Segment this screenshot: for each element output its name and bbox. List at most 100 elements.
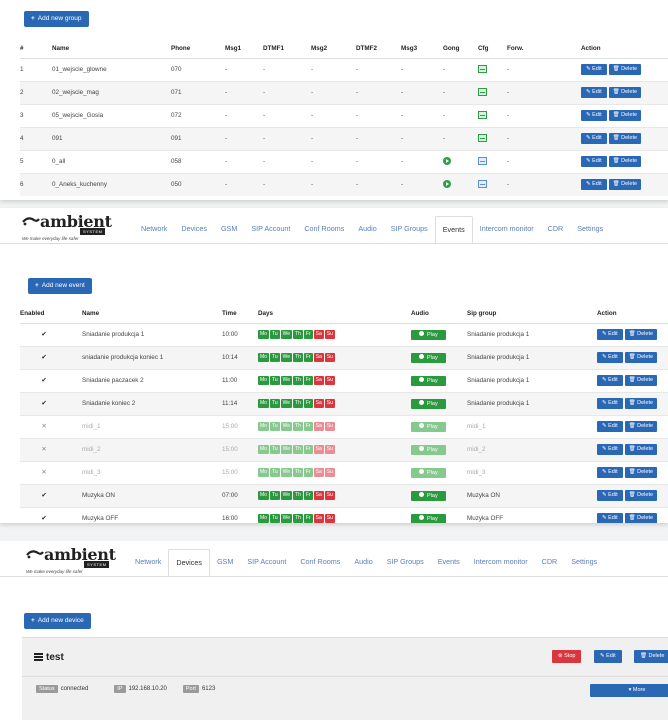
config-icon[interactable] [478, 156, 487, 165]
cell-audio: Play [411, 437, 467, 461]
edit-button[interactable]: ✎ Edit [581, 133, 607, 144]
tab-sip-groups[interactable]: SIP Groups [380, 549, 431, 577]
cell-days: Mo Tu We Th Fr Sa Su [258, 322, 411, 346]
edit-button[interactable]: ✎ Edit [597, 513, 623, 523]
day-badges: Mo Tu We Th Fr Sa Su [258, 422, 335, 431]
tab-conf-rooms[interactable]: Conf Rooms [293, 549, 347, 577]
tab-intercom-monitor[interactable]: Intercom monitor [467, 549, 535, 577]
cell-no: 3 [20, 103, 52, 127]
tab-conf-rooms[interactable]: Conf Rooms [297, 216, 351, 244]
trash-icon: 🗑 [628, 469, 638, 475]
tab-devices[interactable]: Devices [168, 549, 210, 577]
tab-network[interactable]: Network [128, 549, 168, 577]
play-button[interactable]: Play [411, 513, 446, 523]
cell-sip-group: Muzyka ON [467, 483, 597, 507]
tab-devices[interactable]: Devices [174, 216, 214, 244]
edit-button[interactable]: ✎ Edit [581, 87, 607, 98]
tab-sip-account[interactable]: SIP Account [244, 216, 297, 244]
tab-cdr[interactable]: CDR [535, 549, 565, 577]
play-button[interactable]: Play [411, 329, 446, 340]
col-header: Msg3 [401, 40, 443, 59]
add-group-button[interactable]: + Add new group [24, 11, 89, 27]
groups-header-row: # Name Phone Msg1 DTMF1 Msg2 DTMF2 Msg3 … [20, 40, 668, 59]
edit-button[interactable]: ✎ Edit [597, 490, 623, 501]
gong-play-icon[interactable] [443, 156, 451, 165]
nav-tabs: Network Devices GSM SIP Account Conf Rooms Au… [128, 549, 604, 577]
edit-button[interactable]: ✎ Edit [597, 421, 623, 432]
trash-icon: 🗑 [628, 446, 638, 452]
delete-button[interactable]: 🗑 Delete [624, 421, 658, 432]
day-badges: Mo Tu We Th Fr Sa Su [258, 468, 335, 477]
delete-button[interactable]: 🗑 Delete [624, 467, 658, 478]
play-button[interactable]: Play [411, 375, 446, 386]
cell-dtmf1: - [263, 103, 311, 127]
cell-enabled: ✕ [20, 460, 82, 484]
edit-button[interactable]: ✎ Edit [597, 467, 623, 478]
play-button[interactable]: Play [411, 467, 446, 478]
edit-button[interactable]: ✎ Edit [581, 156, 607, 167]
edit-button[interactable]: ✎ Edit [597, 375, 623, 386]
delete-button[interactable]: 🗑 Delete [624, 329, 658, 340]
play-button[interactable]: Play [411, 444, 446, 455]
edit-button[interactable]: ✎ Edit [597, 352, 623, 363]
stop-button[interactable]: ⊗ Stop [552, 650, 582, 663]
edit-button[interactable]: ✎ Edit [597, 398, 623, 409]
delete-button[interactable]: 🗑 Delete [608, 179, 642, 191]
config-icon[interactable] [478, 133, 487, 142]
delete-button[interactable]: 🗑 Delete [624, 490, 658, 501]
trash-icon: 🗑 [612, 181, 622, 188]
tab-intercom-monitor[interactable]: Intercom monitor [473, 216, 541, 244]
table-row: 5 0_all 058- - - - - - ✎ Edit 🗑 Delete [20, 149, 668, 173]
day-badge: Th [293, 445, 303, 454]
edit-button[interactable]: ✎ Edit [581, 179, 607, 191]
delete-button[interactable]: 🗑 Delete [624, 375, 658, 386]
play-button[interactable]: Play [411, 490, 446, 501]
config-icon[interactable] [478, 64, 487, 73]
tab-network[interactable]: Network [134, 216, 174, 244]
tab-settings[interactable]: Settings [564, 549, 604, 577]
delete-button[interactable]: 🗑 Delete [608, 110, 642, 121]
tab-events[interactable]: Events [434, 216, 473, 244]
delete-button[interactable]: 🗑 Delete [624, 513, 658, 523]
cell-action: ✎ Edit 🗑 Delete [597, 391, 668, 415]
edit-device-button[interactable]: ✎ Edit [594, 650, 622, 663]
delete-device-button[interactable]: 🗑 Delete [634, 650, 668, 663]
gong-play-icon[interactable] [443, 179, 451, 188]
play-button[interactable]: Play [411, 398, 446, 409]
day-badge: Mo [258, 422, 269, 431]
play-button[interactable]: Play [411, 352, 446, 363]
cell-action: ✎ Edit 🗑 Delete [597, 368, 668, 392]
delete-button[interactable]: 🗑 Delete [624, 398, 658, 409]
tab-settings[interactable]: Settings [570, 216, 610, 244]
delete-button[interactable]: 🗑 Delete [608, 133, 642, 144]
config-icon[interactable] [478, 179, 487, 188]
delete-button[interactable]: 🗑 Delete [608, 156, 642, 167]
delete-button[interactable]: 🗑 Delete [624, 352, 658, 363]
delete-button[interactable]: 🗑 Delete [608, 87, 642, 98]
tab-audio[interactable]: Audio [347, 549, 379, 577]
tab-cdr[interactable]: CDR [541, 216, 571, 244]
add-device-button[interactable]: + Add new device [24, 613, 91, 629]
delete-button[interactable]: 🗑 Delete [624, 444, 658, 455]
more-button[interactable]: ▾ More [590, 684, 668, 697]
config-icon[interactable] [478, 87, 487, 96]
edit-button[interactable]: ✎ Edit [581, 64, 607, 75]
play-button[interactable]: Play [411, 421, 446, 432]
tab-gsm[interactable]: GSM [214, 216, 244, 244]
col-header: # [20, 40, 52, 59]
edit-button[interactable]: ✎ Edit [597, 329, 623, 340]
day-badges: Mo Tu We Th Fr Sa Su [258, 330, 335, 339]
add-event-button[interactable]: + Add new event [28, 278, 92, 294]
config-icon[interactable] [478, 110, 487, 119]
edit-button[interactable]: ✎ Edit [597, 444, 623, 455]
tab-sip-groups[interactable]: SIP Groups [384, 216, 435, 244]
tab-audio[interactable]: Audio [351, 216, 383, 244]
logo-swoosh-icon [22, 217, 40, 226]
edit-button[interactable]: ✎ Edit [581, 110, 607, 121]
table-row: ✔ Sniadanie koniec 2 11:14 Mo Tu We Th Fr Sa Su Pl… [20, 391, 668, 415]
tab-gsm[interactable]: GSM [210, 549, 240, 577]
tab-sip-account[interactable]: SIP Account [240, 549, 293, 577]
delete-button[interactable]: 🗑 Delete [608, 64, 642, 75]
ambient-logo: ambient SYSTEM We make everyday life saf… [26, 545, 136, 579]
tab-events[interactable]: Events [431, 549, 467, 577]
